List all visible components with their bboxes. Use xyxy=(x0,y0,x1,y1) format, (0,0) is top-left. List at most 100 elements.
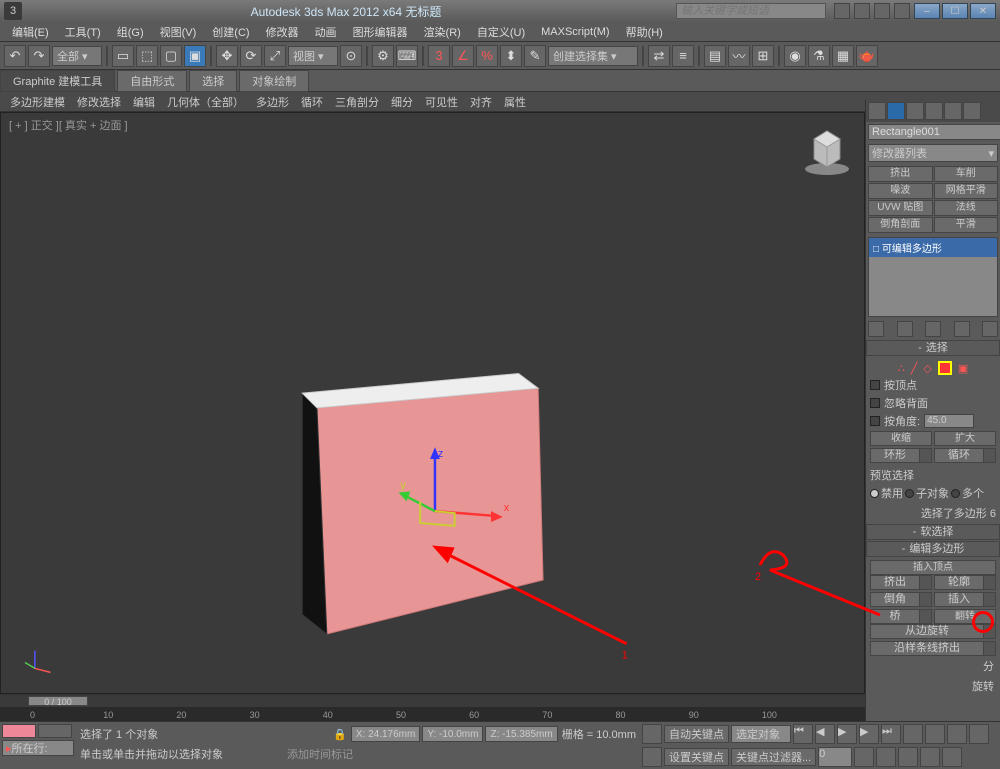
subobj-polygon-icon[interactable] xyxy=(938,361,952,375)
coord-z-input[interactable]: Z: -15.385mm xyxy=(485,726,557,742)
modifier-list-dropdown[interactable]: 修改器列表▾ xyxy=(868,144,998,162)
spinner-snap-toggle[interactable]: ⬍ xyxy=(500,45,522,67)
utilities-tab-icon[interactable] xyxy=(963,102,981,120)
by-vertex-checkbox[interactable] xyxy=(870,380,880,390)
subobj-edge-icon[interactable]: ╱ xyxy=(911,362,918,375)
nav-pan-button[interactable] xyxy=(903,724,923,744)
edit-named-sel-button[interactable]: ✎ xyxy=(524,45,546,67)
subobj-border-icon[interactable]: ◇ xyxy=(923,362,931,375)
hierarchy-tab-icon[interactable] xyxy=(906,102,924,120)
object-name-input[interactable] xyxy=(868,124,1000,140)
graphite-tab-freeform[interactable]: 自由形式 xyxy=(117,70,187,92)
rollout-selection-header[interactable]: 选择 xyxy=(866,340,1000,356)
menu-maxscript[interactable]: MAXScript(M) xyxy=(533,26,617,38)
select-move-button[interactable]: ✥ xyxy=(216,45,238,67)
angle-spinner[interactable]: 45.0 xyxy=(924,414,974,428)
menu-rendering[interactable]: 渲染(R) xyxy=(416,24,469,40)
pivot-button[interactable]: ⊙ xyxy=(340,45,362,67)
set-key-icon[interactable] xyxy=(642,724,662,744)
subtab-visibility[interactable]: 可见性 xyxy=(419,94,464,110)
named-selection-dropdown[interactable]: 创建选择集 ▾ xyxy=(548,46,638,66)
key-icon[interactable] xyxy=(642,747,662,767)
ignore-backface-checkbox[interactable] xyxy=(870,398,880,408)
play-button[interactable]: ▶ xyxy=(837,724,857,744)
coord-x-input[interactable]: X: 24.176mm xyxy=(351,726,420,742)
subtab-mod-sel[interactable]: 修改选择 xyxy=(71,94,127,110)
preview-subobj-radio[interactable] xyxy=(905,489,914,498)
subtab-subdiv[interactable]: 细分 xyxy=(385,94,419,110)
mod-extrude-button[interactable]: 挤出 xyxy=(868,166,933,182)
rollout-editpoly-header[interactable]: 编辑多边形 xyxy=(866,541,1000,557)
maximize-button[interactable]: ☐ xyxy=(942,3,968,19)
graphite-tab-objectpaint[interactable]: 对象绘制 xyxy=(239,70,309,92)
subtab-tris[interactable]: 三角剖分 xyxy=(329,94,385,110)
time-slider-handle[interactable]: 0 / 100 xyxy=(28,696,88,706)
bridge-settings-icon[interactable] xyxy=(919,610,931,623)
bridge-button[interactable]: 桥 xyxy=(870,609,932,624)
goto-end-button[interactable]: ⏭ xyxy=(881,724,901,744)
extrude-along-spline-button[interactable]: 沿样条线挤出 xyxy=(870,641,996,656)
nav-max-button[interactable] xyxy=(942,747,962,767)
minimize-button[interactable]: – xyxy=(914,3,940,19)
mod-noise-button[interactable]: 噪波 xyxy=(868,183,933,199)
help-icon[interactable] xyxy=(854,3,870,19)
spline-settings-icon[interactable] xyxy=(983,642,995,655)
listener-icon[interactable] xyxy=(38,724,72,738)
ring-spinner[interactable] xyxy=(919,449,931,462)
select-region-button[interactable]: ▢ xyxy=(160,45,182,67)
subtab-poly-model[interactable]: 多边形建模 xyxy=(4,94,71,110)
add-time-tag-button[interactable]: 添加时间标记 xyxy=(287,746,353,762)
search-icon[interactable] xyxy=(834,3,850,19)
keyboard-shortcut-button[interactable]: ⌨ xyxy=(396,45,418,67)
align-button[interactable]: ≡ xyxy=(672,45,694,67)
time-ruler[interactable]: 01020 304050 607080 90100 xyxy=(0,707,865,722)
material-editor-button[interactable]: ◉ xyxy=(784,45,806,67)
selection-filter-dropdown[interactable]: 全部 ▾ xyxy=(52,46,102,66)
viewcube-icon[interactable] xyxy=(802,121,852,176)
snap-toggle[interactable]: 3 xyxy=(428,45,450,67)
help-search-input[interactable] xyxy=(676,3,826,19)
menu-tools[interactable]: 工具(T) xyxy=(57,24,109,40)
mod-uvwmap-button[interactable]: UVW 贴图 xyxy=(868,200,933,216)
rollout-softsel-header[interactable]: 软选择 xyxy=(866,524,1000,540)
subtab-geometry[interactable]: 几何体（全部） xyxy=(161,94,250,110)
subobj-element-icon[interactable]: ▣ xyxy=(958,362,968,375)
loop-spinner[interactable] xyxy=(983,449,995,462)
outline-button[interactable]: 轮廓 xyxy=(934,575,996,590)
extrude-button[interactable]: 挤出 xyxy=(870,575,932,590)
inset-button[interactable]: 插入 xyxy=(934,592,996,607)
menu-views[interactable]: 视图(V) xyxy=(152,24,205,40)
time-slider[interactable]: 0 / 100 xyxy=(0,695,865,707)
mod-lathe-button[interactable]: 车削 xyxy=(934,166,999,182)
select-button[interactable]: ▭ xyxy=(112,45,134,67)
close-button[interactable]: ✕ xyxy=(970,3,996,19)
autokey-toggle[interactable]: 自动关键点 xyxy=(664,725,729,743)
undo-button[interactable]: ↶ xyxy=(4,45,26,67)
angle-snap-toggle[interactable]: ∠ xyxy=(452,45,474,67)
render-button[interactable]: 🫖 xyxy=(856,45,878,67)
schematic-view-button[interactable]: ⊞ xyxy=(752,45,774,67)
percent-snap-toggle[interactable]: % xyxy=(476,45,498,67)
mod-meshsmooth-button[interactable]: 网格平滑 xyxy=(934,183,999,199)
ref-coord-dropdown[interactable]: 视图 ▾ xyxy=(288,46,338,66)
select-scale-button[interactable]: ⤢ xyxy=(264,45,286,67)
nav-fov-button[interactable] xyxy=(969,724,989,744)
menu-create[interactable]: 创建(C) xyxy=(204,24,257,40)
modifier-stack[interactable]: □ 可编辑多边形 xyxy=(868,237,998,317)
mirror-button[interactable]: ⇄ xyxy=(648,45,670,67)
subtab-polygons[interactable]: 多边形 xyxy=(250,94,295,110)
configure-sets-icon[interactable] xyxy=(982,321,998,337)
render-setup-button[interactable]: ⚗ xyxy=(808,45,830,67)
menu-customize[interactable]: 自定义(U) xyxy=(469,24,533,40)
menu-help[interactable]: 帮助(H) xyxy=(618,24,671,40)
mod-smooth-button[interactable]: 平滑 xyxy=(934,217,999,233)
create-tab-icon[interactable] xyxy=(868,102,886,120)
window-crossing-button[interactable]: ▣ xyxy=(184,45,206,67)
bevel-settings-icon[interactable] xyxy=(919,593,931,606)
preview-multi-radio[interactable] xyxy=(951,489,960,498)
shrink-button[interactable]: 收缩 xyxy=(870,431,932,446)
subobj-vertex-icon[interactable]: ∴ xyxy=(898,362,905,375)
menu-graph-editors[interactable]: 图形编辑器 xyxy=(345,24,416,40)
make-unique-icon[interactable] xyxy=(925,321,941,337)
modify-tab-icon[interactable] xyxy=(887,102,905,120)
